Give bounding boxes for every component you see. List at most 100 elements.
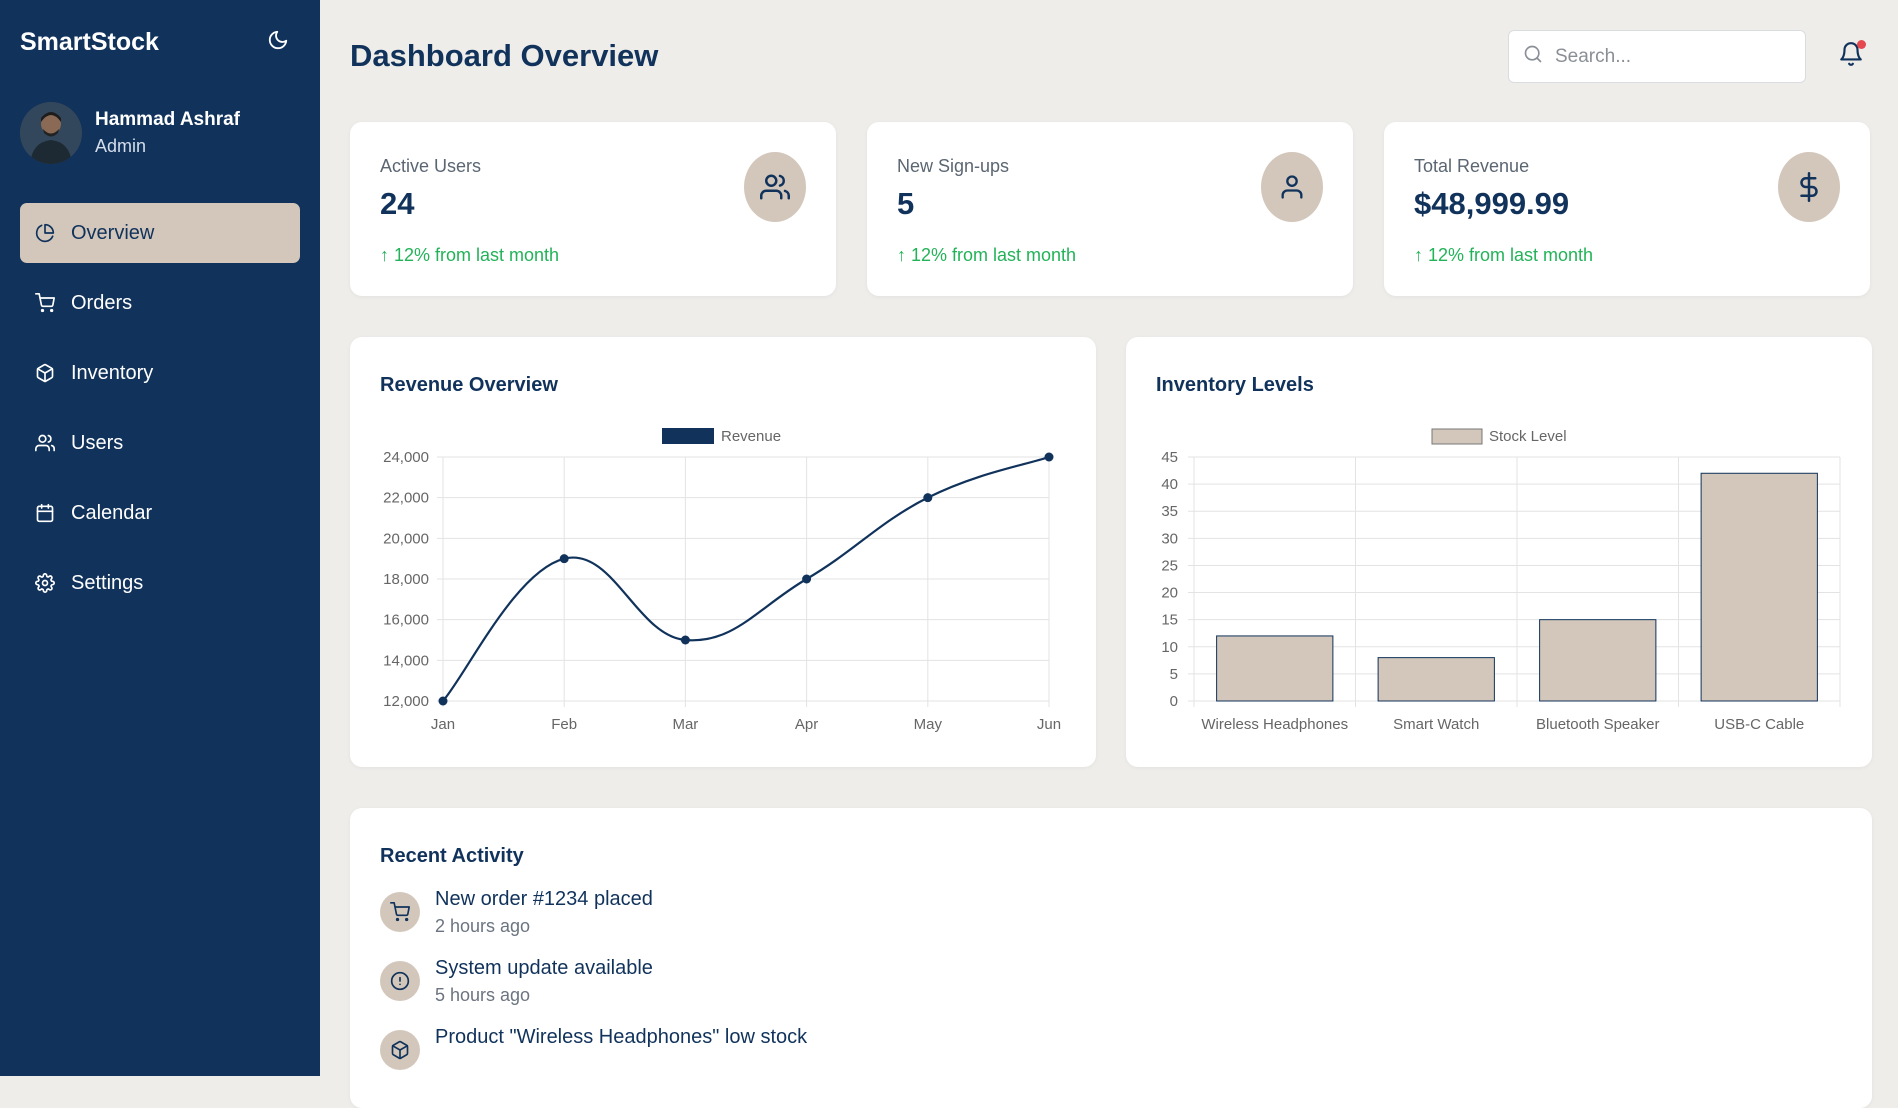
sidebar-item-label: Inventory [71,362,153,385]
bar [1378,658,1494,701]
y-tick-label: 40 [1161,476,1178,493]
sidebar-item-users[interactable]: Users [20,413,300,473]
stat-card-active-users: Active Users 24 ↑ 12% from last month [350,122,836,296]
sidebar-item-settings[interactable]: Settings [20,553,300,613]
x-tick-label: Feb [551,716,577,733]
users-icon [33,431,57,455]
activity-title: System update available [435,957,653,980]
stat-value: $48,999.99 [1414,186,1569,222]
search-box[interactable] [1508,30,1806,83]
sidebar-item-calendar[interactable]: Calendar [20,483,300,543]
y-tick-label: 15 [1161,612,1178,629]
revenue-line-chart: 24,000 22,000 20,000 18,000 16,000 14,000 12,0… [350,337,1096,767]
bar [1701,473,1817,701]
stat-trend: ↑ 12% from last month [897,245,1076,266]
sidebar-nav: Overview Orders Inventory Users Calendar [20,203,300,623]
x-tick-label: Apr [795,716,818,733]
data-point [923,493,932,502]
activity-item[interactable]: System update available 5 hours ago [380,957,807,1006]
activity-list: New order #1234 placed 2 hours ago Syste… [380,888,807,1090]
sidebar-item-overview[interactable]: Overview [20,203,300,263]
y-tick-label: 18,000 [383,571,429,588]
stat-label: Active Users [380,156,481,177]
page-title: Dashboard Overview [350,38,658,74]
user-profile[interactable]: Hammad Ashraf Admin [20,102,240,164]
y-tick-label: 35 [1161,503,1178,520]
inventory-chart-card: Inventory Levels 454035302520151050Stock… [1126,337,1872,767]
bar [1540,620,1656,701]
sidebar-item-label: Calendar [71,502,152,525]
box-icon [33,361,57,385]
card-title: Recent Activity [380,845,524,868]
sidebar-item-label: Settings [71,572,143,595]
stat-card-new-signups: New Sign-ups 5 ↑ 12% from last month [867,122,1353,296]
data-point [1045,453,1054,462]
y-tick-label: 10 [1161,639,1178,656]
users-icon [744,152,806,222]
avatar [20,102,82,164]
search-input[interactable] [1555,46,1775,68]
y-tick-label: 24,000 [383,449,429,466]
app-logo[interactable]: SmartStock [20,28,159,57]
legend-swatch [662,428,714,444]
y-tick-label: 30 [1161,530,1178,547]
sidebar: SmartStock Hammad Ashraf Admin Overview [0,0,320,1076]
legend-swatch [1432,429,1482,444]
y-tick-label: 14,000 [383,652,429,669]
stat-card-total-revenue: Total Revenue $48,999.99 ↑ 12% from last… [1384,122,1870,296]
stat-trend: ↑ 12% from last month [380,245,559,266]
sidebar-item-label: Users [71,432,123,455]
sidebar-item-label: Overview [71,222,154,245]
notifications-button[interactable] [1836,40,1866,72]
revenue-chart-card: Revenue Overview 24,00022,00020,00018,00… [350,337,1096,767]
stat-value: 24 [380,186,414,222]
activity-item[interactable]: New order #1234 placed 2 hours ago [380,888,807,937]
x-tick-label: Jan [431,716,455,733]
dollar-icon [1778,152,1840,222]
x-tick-label: Mar [672,716,698,733]
x-tick-label: May [914,716,943,733]
activity-title: New order #1234 placed [435,888,653,911]
user-role: Admin [95,136,240,157]
y-tick-label: 5 [1170,666,1178,683]
cart-icon [33,291,57,315]
calendar-icon [33,501,57,525]
bar [1217,636,1333,701]
x-tick-label: Bluetooth Speaker [1536,716,1659,733]
stat-label: New Sign-ups [897,156,1009,177]
user-icon [1261,152,1323,222]
sidebar-item-orders[interactable]: Orders [20,273,300,333]
y-tick-label: 0 [1170,693,1178,710]
data-point [560,554,569,563]
user-name: Hammad Ashraf [95,109,240,131]
stat-value: 5 [897,186,914,222]
inventory-bar-chart: 454035302520151050Stock LevelWireless He… [1126,337,1872,767]
y-tick-label: 12,000 [383,693,429,710]
legend-label: Stock Level [1489,428,1567,445]
sidebar-item-inventory[interactable]: Inventory [20,343,300,403]
pie-chart-icon [33,221,57,245]
main-content: Dashboard Overview Active Users 24 ↑ 12%… [350,0,1898,1076]
activity-title: Product "Wireless Headphones" low stock [435,1026,807,1049]
legend-label: Revenue [721,428,781,445]
x-tick-label: USB-C Cable [1714,716,1804,733]
y-tick-label: 45 [1161,449,1178,466]
notification-badge [1857,40,1866,49]
x-tick-label: Wireless Headphones [1201,716,1348,733]
moon-icon [267,29,289,56]
y-tick-label: 16,000 [383,612,429,629]
recent-activity-card: Recent Activity New order #1234 placed 2… [350,808,1872,1108]
box-icon [380,1030,420,1070]
activity-time: 5 hours ago [435,985,653,1006]
y-tick-label: 20,000 [383,530,429,547]
x-tick-label: Jun [1037,716,1061,733]
x-tick-label: Smart Watch [1393,716,1479,733]
activity-item[interactable]: Product "Wireless Headphones" low stock [380,1026,807,1070]
theme-toggle-button[interactable] [264,28,292,56]
data-point [802,575,811,584]
search-icon [1523,44,1543,69]
gear-icon [33,571,57,595]
activity-time: 2 hours ago [435,916,653,937]
data-point [439,697,448,706]
y-tick-label: 22,000 [383,490,429,507]
